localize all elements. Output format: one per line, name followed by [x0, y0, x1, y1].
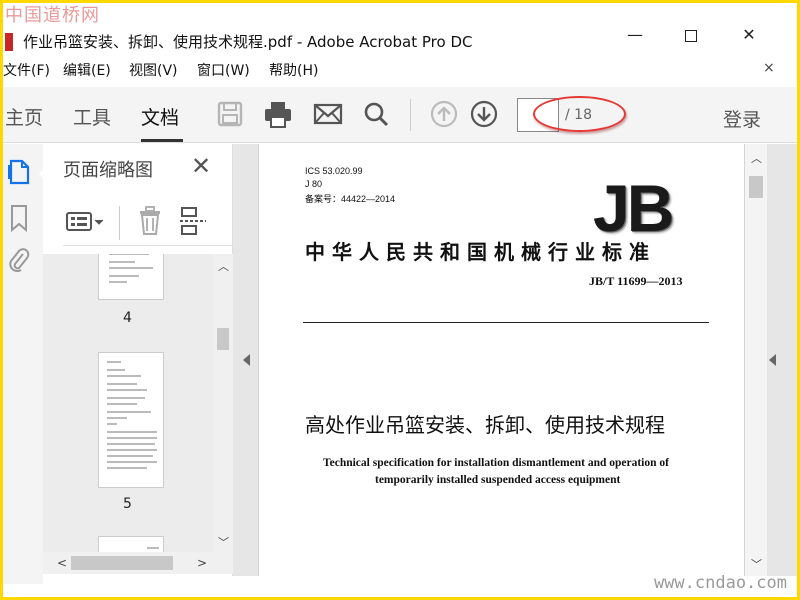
- tab-document[interactable]: 文档: [141, 103, 179, 130]
- title-bar: 作业吊篮安装、拆卸、使用技术规程.pdf - Adobe Acrobat Pro…: [3, 3, 797, 51]
- menu-help[interactable]: 帮助(H): [269, 60, 318, 80]
- tab-home[interactable]: 主页: [5, 103, 43, 130]
- mail-icon[interactable]: [311, 97, 345, 131]
- scroll-right-icon[interactable]: >: [197, 556, 207, 570]
- document-title-cn: 高处作业吊篮安装、拆卸、使用技术规程: [305, 413, 665, 437]
- document-title-en-line1: Technical specification for installation…: [323, 457, 669, 469]
- tab-tools[interactable]: 工具: [73, 103, 111, 130]
- scrollbar-thumb[interactable]: [217, 328, 229, 350]
- left-nav-rail: [3, 144, 47, 584]
- thumbnail-list: 4 5: [43, 254, 213, 552]
- scroll-down-icon[interactable]: ﹀: [751, 556, 762, 572]
- pdf-page: ICS 53.020.99 J 80 备案号：44422—2014 JB 中华人…: [258, 144, 745, 576]
- acrobat-icon: [5, 33, 13, 51]
- minimize-button[interactable]: —: [615, 25, 655, 49]
- delete-icon[interactable]: [137, 206, 163, 240]
- menu-edit[interactable]: 编辑(E): [63, 60, 111, 80]
- thumbnail-page-4[interactable]: [98, 254, 164, 300]
- menu-file[interactable]: 文件(F): [3, 60, 50, 80]
- header-rule: [303, 322, 709, 323]
- active-tab-indicator: [141, 139, 183, 142]
- toolbar-separator: [410, 99, 411, 131]
- save-icon[interactable]: [213, 97, 247, 131]
- toolbar: 主页 工具 文档 / 18 登录: [3, 87, 797, 143]
- attachment-icon[interactable]: [7, 246, 31, 278]
- scrollbar-thumb[interactable]: [749, 176, 763, 198]
- document-title-en-line2: temporarily installed suspended access e…: [375, 474, 621, 486]
- scroll-up-icon[interactable]: ︿: [218, 258, 229, 274]
- menu-bar: 文件(F) 编辑(E) 视图(V) 窗口(W) 帮助(H) ×: [3, 60, 797, 84]
- panel-separator: [119, 206, 120, 240]
- class-code: J 80: [305, 179, 323, 189]
- thumbnail-label: 4: [123, 310, 132, 326]
- search-icon[interactable]: [359, 97, 393, 131]
- horizontal-scrollbar-thumb[interactable]: [71, 556, 173, 570]
- panel-title: 页面缩略图: [63, 160, 153, 181]
- print-icon[interactable]: [261, 97, 295, 131]
- menu-window[interactable]: 窗口(W): [197, 60, 250, 80]
- bookmark-icon[interactable]: [9, 204, 29, 236]
- thumbnails-panel: 页面缩略图 ✕ 4 5 ︿ ﹀ < >: [43, 144, 233, 576]
- standard-number: JB/T 11699—2013: [589, 274, 683, 288]
- login-link[interactable]: 登录: [723, 105, 761, 132]
- maximize-button[interactable]: [671, 25, 711, 49]
- document-scrollbar[interactable]: ︿ ﹀: [745, 144, 767, 576]
- previous-page-icon[interactable]: [427, 97, 461, 131]
- menu-view[interactable]: 视图(V): [129, 60, 178, 80]
- window-title: 作业吊篮安装、拆卸、使用技术规程.pdf - Adobe Acrobat Pro…: [23, 33, 473, 51]
- jb-logo: JB: [593, 171, 674, 245]
- ics-code: ICS 53.020.99: [305, 166, 363, 176]
- insert-pages-icon[interactable]: [179, 206, 209, 240]
- thumbnail-label: 5: [123, 496, 132, 512]
- screenshot-frame: 中国道桥网 作业吊篮安装、拆卸、使用技术规程.pdf - Adobe Acrob…: [3, 3, 797, 597]
- scroll-down-icon[interactable]: ﹀: [218, 534, 229, 550]
- collapse-left-pane-icon[interactable]: [243, 354, 250, 366]
- expand-right-pane-icon[interactable]: [769, 354, 776, 366]
- watermark-bottom: www.cndao.com: [653, 573, 787, 593]
- standard-title: 中华人民共和国机械行业标准: [305, 240, 656, 264]
- highlight-annotation: [533, 96, 626, 132]
- thumbnail-page-5[interactable]: [98, 352, 164, 488]
- options-menu-icon[interactable]: [65, 210, 105, 238]
- thumbnail-horizontal-scrollbar[interactable]: < >: [43, 552, 233, 574]
- document-viewer: ICS 53.020.99 J 80 备案号：44422—2014 JB 中华人…: [233, 144, 797, 576]
- maximize-icon: [685, 30, 697, 42]
- panel-toolbar: [63, 202, 233, 246]
- next-page-icon[interactable]: [467, 97, 501, 131]
- page-thumbnails-icon[interactable]: [7, 158, 31, 190]
- thumbnail-scrollbar[interactable]: ︿ ﹀: [213, 254, 233, 552]
- close-window-button[interactable]: ✕: [729, 25, 769, 49]
- scroll-up-icon[interactable]: ︿: [751, 150, 762, 166]
- filing-number: 备案号：44422—2014: [305, 194, 396, 204]
- scroll-left-icon[interactable]: <: [57, 556, 67, 570]
- watermark-top: 中国道桥网: [5, 5, 100, 26]
- close-document-button[interactable]: ×: [763, 60, 775, 76]
- close-panel-button[interactable]: ✕: [191, 152, 211, 180]
- thumbnail-page-6[interactable]: [98, 536, 164, 552]
